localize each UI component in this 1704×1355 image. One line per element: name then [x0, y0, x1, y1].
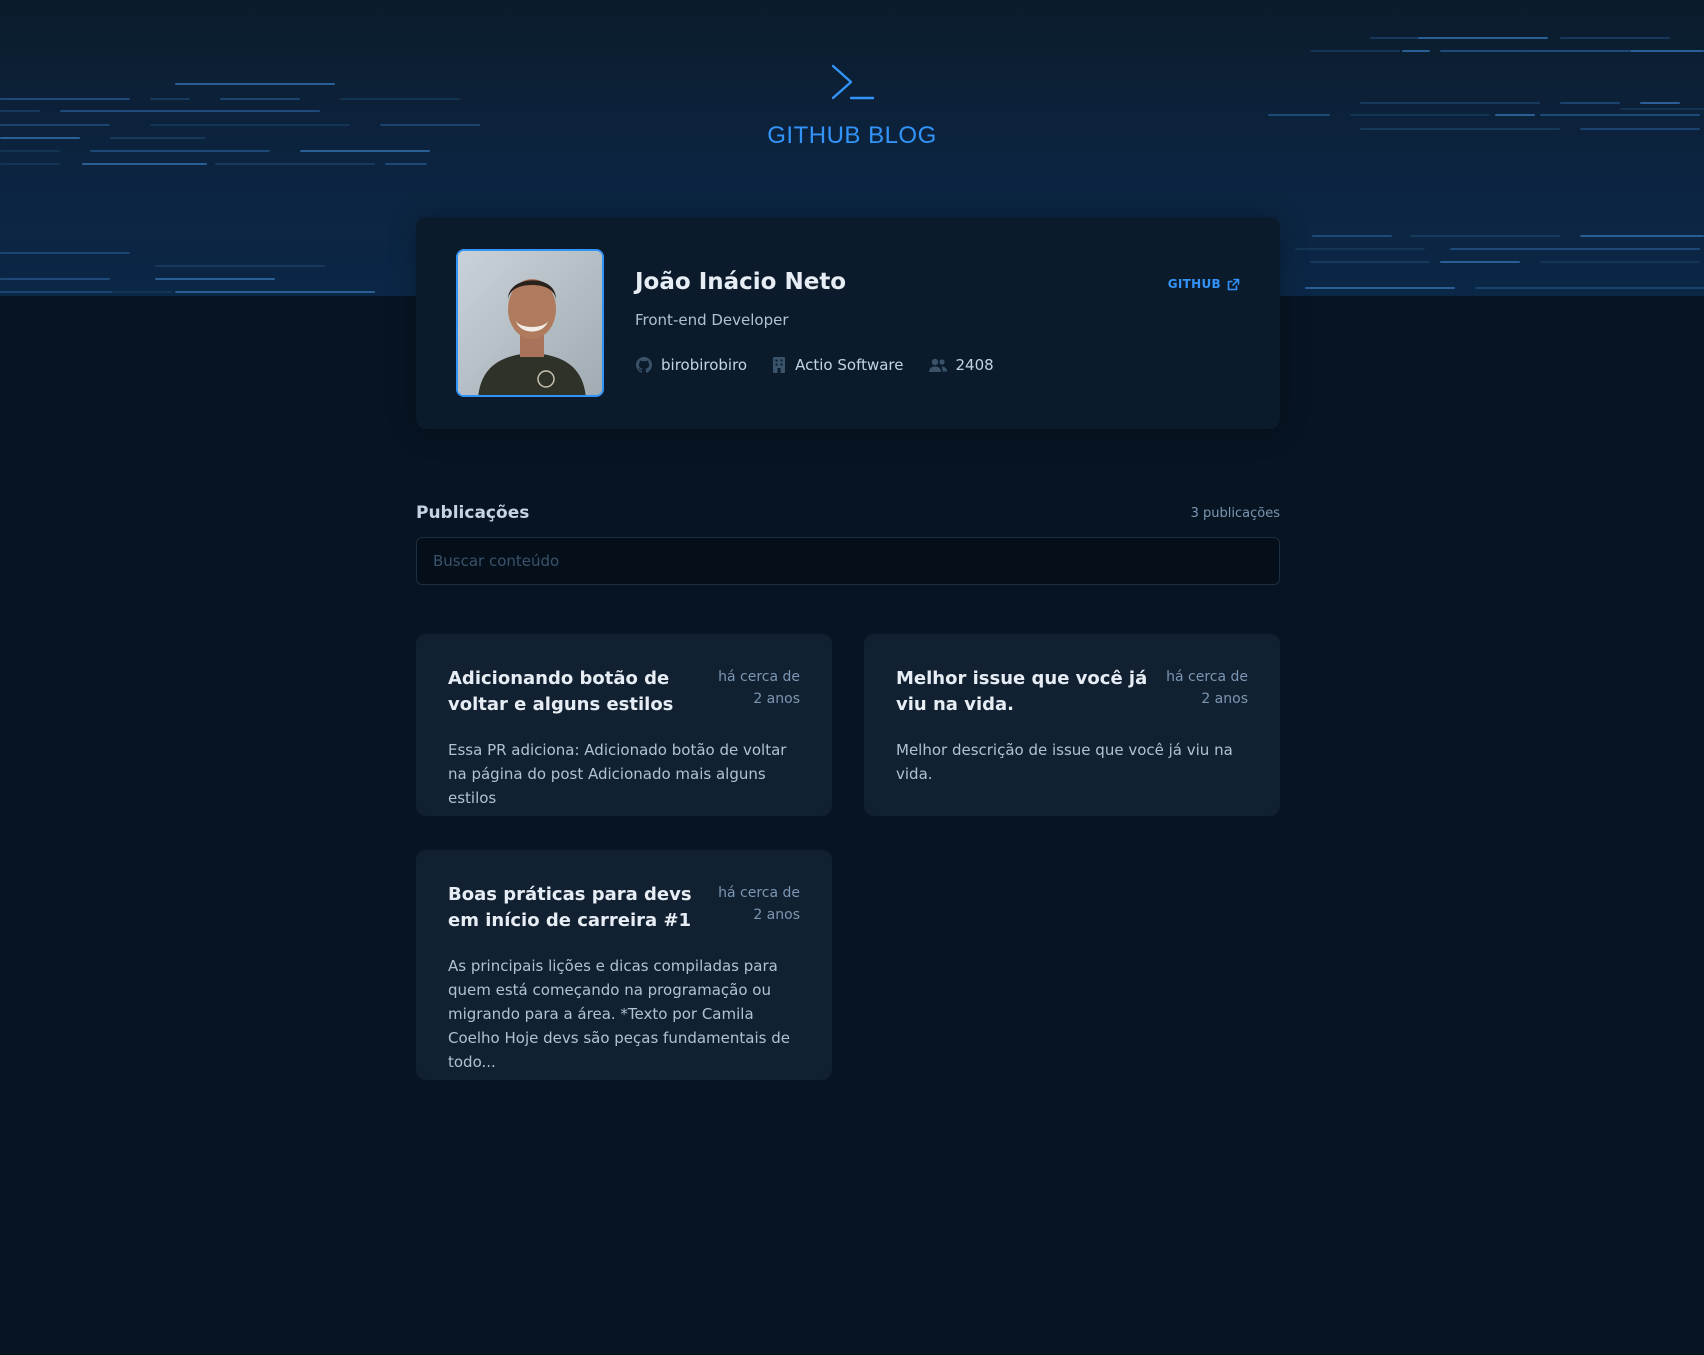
post-title: Boas práticas para devs em início de car… — [448, 884, 692, 931]
logo[interactable]: GITHUB BLOG — [0, 60, 1704, 150]
github-profile-link[interactable]: GITHUB — [1168, 277, 1240, 291]
external-link-icon — [1227, 278, 1240, 290]
avatar-portrait — [458, 251, 602, 395]
publications-title: Publicações — [416, 503, 530, 523]
github-icon — [636, 357, 652, 373]
profile-username: birobirobiro — [635, 356, 747, 374]
profile-meta: birobirobiro Actio Software 2408 — [635, 356, 994, 374]
post-title: Melhor issue que você já viu na vida. — [896, 668, 1148, 715]
profile-followers: 2408 — [928, 356, 994, 374]
avatar — [456, 249, 604, 397]
site-title: GITHUB BLOG — [767, 122, 937, 149]
username-text: birobirobiro — [661, 356, 748, 374]
post-date: há cerca de 2 anos — [1166, 669, 1248, 707]
profile-card: João Inácio Neto Front-end Developer GIT… — [416, 217, 1280, 429]
users-icon — [928, 358, 947, 372]
search-input[interactable] — [416, 537, 1280, 585]
post-excerpt: Melhor descrição de issue que você já vi… — [896, 741, 1233, 783]
building-icon — [773, 357, 786, 373]
post-excerpt: Essa PR adiciona: Adicionado botão de vo… — [448, 741, 787, 807]
post-card[interactable]: Adicionando botão de voltar e alguns est… — [416, 634, 832, 816]
terminal-prompt-icon — [831, 64, 875, 100]
profile-name: João Inácio Neto — [635, 269, 847, 295]
post-card[interactable]: Boas práticas para devs em início de car… — [416, 850, 832, 1080]
post-header: Melhor issue que você já viu na vida. há… — [896, 666, 1248, 718]
company-text: Actio Software — [795, 356, 904, 374]
post-header: Adicionando botão de voltar e alguns est… — [448, 666, 800, 718]
post-header: Boas práticas para devs em início de car… — [448, 882, 800, 934]
post-title: Adicionando botão de voltar e alguns est… — [448, 668, 674, 715]
post-date: há cerca de 2 anos — [718, 885, 800, 923]
github-link-label: GITHUB — [1167, 277, 1221, 291]
profile-role: Front-end Developer — [635, 311, 789, 329]
post-date: há cerca de 2 anos — [718, 669, 800, 707]
publications-count: 3 publicações — [1190, 505, 1280, 521]
profile-company: Actio Software — [771, 356, 904, 374]
publications-header: Publicações 3 publicações — [416, 503, 1280, 523]
post-excerpt: As principais lições e dicas compiladas … — [448, 957, 790, 1071]
followers-count: 2408 — [955, 356, 994, 374]
post-card[interactable]: Melhor issue que você já viu na vida. há… — [864, 634, 1280, 816]
